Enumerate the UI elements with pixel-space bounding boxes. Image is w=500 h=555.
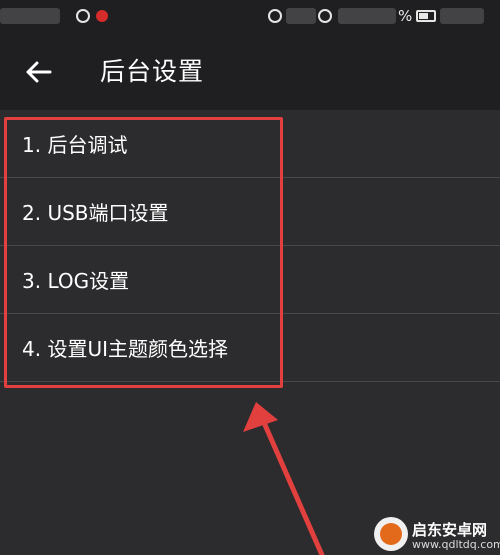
arrow-left-icon: [26, 61, 52, 83]
battery-icon: [416, 10, 436, 22]
menu-item-ui-theme[interactable]: 4. 设置UI主题颜色选择: [0, 314, 500, 382]
menu-item-label: 3. LOG设置: [22, 269, 130, 293]
watermark-title: 启东安卓网: [412, 521, 488, 539]
settings-list: 1. 后台调试 2. USB端口设置 3. LOG设置 4. 设置UI主题颜色选…: [0, 110, 500, 382]
status-bar: %: [0, 0, 500, 34]
blurred-status-time: [440, 8, 484, 24]
watermark-logo-icon: [374, 517, 408, 551]
menu-item-usb-port[interactable]: 2. USB端口设置: [0, 178, 500, 246]
page-title: 后台设置: [100, 57, 205, 86]
menu-item-label: 4. 设置UI主题颜色选择: [22, 337, 228, 361]
back-button[interactable]: [18, 56, 58, 88]
menu-item-label: 2. USB端口设置: [22, 201, 169, 225]
notification-dot-icon: [96, 10, 108, 22]
app-screen: % 后台设置 1. 后台调试 2. USB端口设置 3. LOG设置 4. 设置…: [0, 0, 500, 555]
watermark-url: www.qdltdq.com: [412, 538, 500, 551]
blurred-status-left: [0, 8, 60, 24]
watermark: 启东安卓网 www.qdltdq.com: [360, 515, 500, 555]
alarm-icon: [268, 9, 282, 23]
sync-icon: [76, 9, 90, 23]
blurred-status-network: [338, 8, 396, 24]
signal-icon: [318, 9, 332, 23]
blurred-status-mid: [286, 8, 316, 24]
menu-item-label: 1. 后台调试: [22, 133, 128, 157]
menu-item-debug[interactable]: 1. 后台调试: [0, 110, 500, 178]
menu-item-log[interactable]: 3. LOG设置: [0, 246, 500, 314]
battery-percent-symbol: %: [398, 7, 413, 25]
toolbar: 后台设置: [0, 34, 500, 110]
